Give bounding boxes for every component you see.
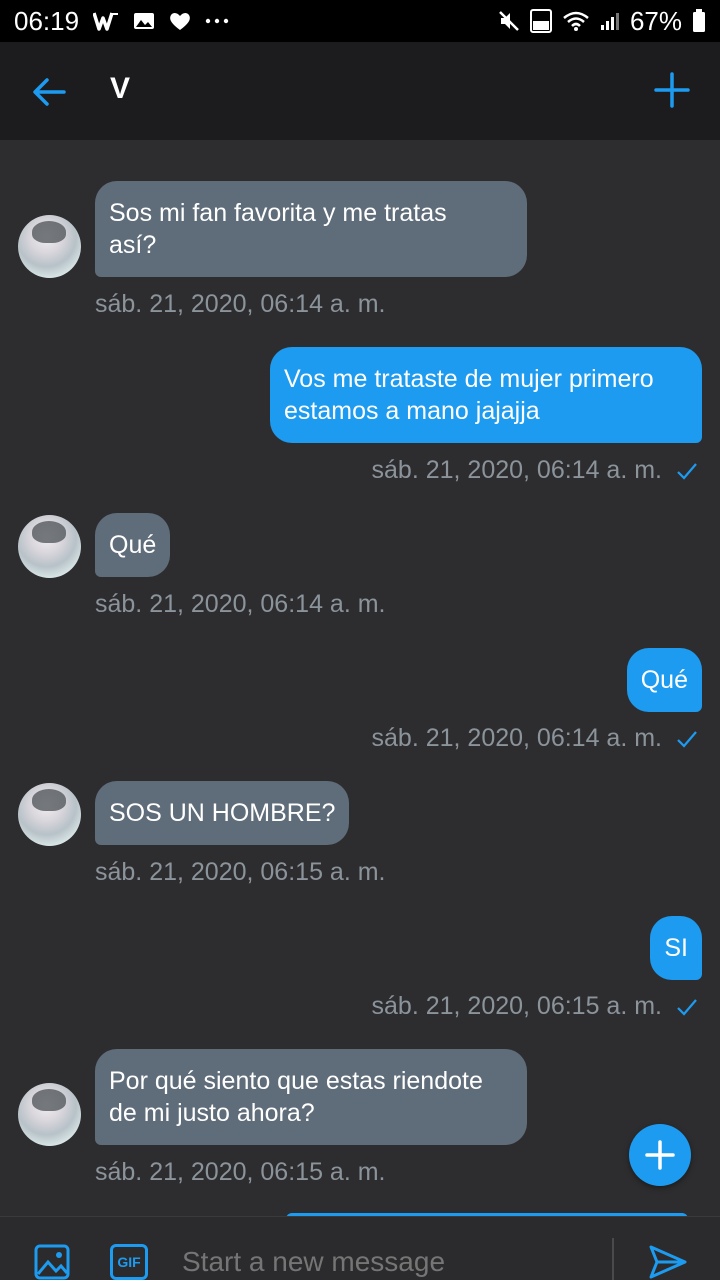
add-people-button[interactable]	[652, 70, 692, 110]
sent-check-icon	[677, 463, 697, 480]
conversation-header: V	[0, 42, 720, 140]
gif-button[interactable]: GIF	[110, 1244, 148, 1280]
message-bubble-incoming[interactable]: SOS UN HOMBRE?	[95, 781, 350, 845]
plus-icon	[645, 1140, 675, 1170]
message-bubble-outgoing[interactable]: Vos me trataste de mujer primero estamos…	[270, 347, 702, 443]
image-icon	[34, 1244, 70, 1280]
message-timestamp: sáb. 21, 2020, 06:15 a. m.	[95, 858, 386, 886]
avatar[interactable]	[18, 215, 81, 278]
status-time: 06:19	[14, 5, 80, 36]
send-icon	[649, 1245, 687, 1279]
wifi-icon	[562, 10, 590, 32]
plus-icon	[654, 72, 690, 108]
message-list[interactable]: Sos mi fan favorita y me tratas así? sáb…	[0, 140, 720, 1216]
message-timestamp: sáb. 21, 2020, 06:15 a. m.	[371, 992, 662, 1020]
signal-icon	[600, 11, 620, 31]
mute-icon	[498, 10, 520, 32]
status-bar: 06:19 67%	[0, 0, 720, 42]
sent-check-icon	[677, 731, 697, 748]
message-input[interactable]	[182, 1240, 602, 1280]
add-image-button[interactable]	[34, 1244, 70, 1280]
w-app-icon	[93, 11, 119, 31]
message-bubble-incoming[interactable]: Qué	[95, 513, 171, 577]
message-timestamp: sáb. 21, 2020, 06:14 a. m.	[95, 590, 386, 618]
send-button[interactable]	[648, 1244, 688, 1280]
message-timestamp: sáb. 21, 2020, 06:15 a. m.	[95, 1158, 386, 1186]
message-bubble-outgoing[interactable]: SI	[650, 916, 702, 980]
conversation-title[interactable]: V	[110, 72, 130, 106]
message-bubble-incoming[interactable]: Por qué siento que estas riendote de mi …	[95, 1049, 527, 1145]
new-message-fab[interactable]	[629, 1124, 691, 1186]
avatar[interactable]	[18, 1083, 81, 1146]
avatar[interactable]	[18, 783, 81, 846]
more-dots-icon	[205, 17, 229, 25]
volte-4g-icon	[529, 9, 552, 33]
back-button[interactable]	[30, 72, 70, 112]
message-timestamp: sáb. 21, 2020, 06:14 a. m.	[371, 724, 662, 752]
gallery-icon	[133, 11, 155, 31]
heart-icon	[169, 11, 191, 31]
message-timestamp: sáb. 21, 2020, 06:14 a. m.	[371, 456, 662, 484]
battery-percent: 67%	[629, 5, 682, 36]
sent-check-icon	[677, 999, 697, 1016]
arrow-left-icon	[33, 78, 66, 106]
message-timestamp: sáb. 21, 2020, 06:14 a. m.	[95, 290, 386, 318]
composer-divider	[612, 1238, 614, 1280]
message-bubble-outgoing[interactable]: Qué	[626, 648, 702, 712]
avatar[interactable]	[18, 515, 81, 578]
message-bubble-incoming[interactable]: Sos mi fan favorita y me tratas así?	[95, 181, 527, 277]
battery-icon	[692, 9, 706, 33]
